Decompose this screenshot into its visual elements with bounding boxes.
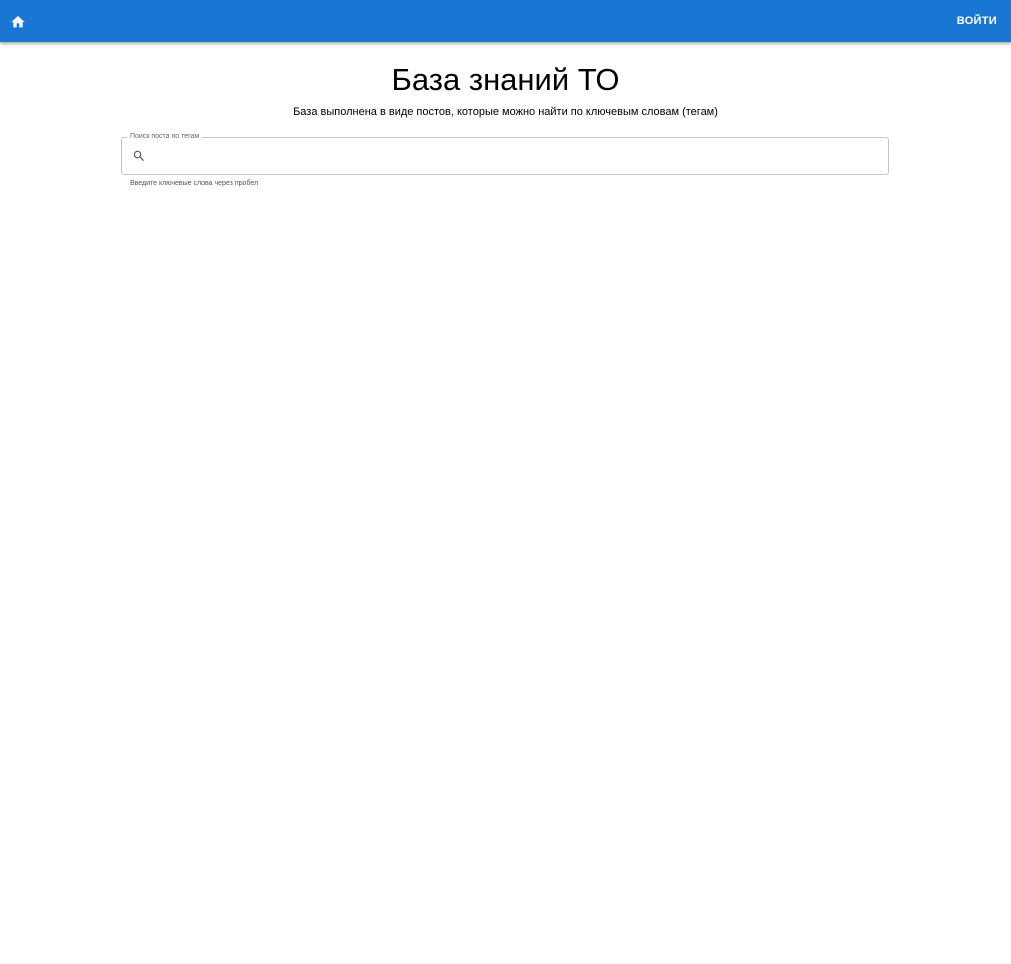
home-icon: [11, 16, 25, 28]
home-button[interactable]: [6, 9, 30, 33]
page-title: База знаний ТО: [391, 62, 620, 97]
login-button[interactable]: ВОЙТИ: [957, 12, 997, 30]
search-helper-text: Введите ключевые слова через пробел: [130, 180, 259, 187]
search-label: Поиск поста по тегам: [127, 132, 203, 142]
search-icon: [133, 150, 144, 161]
app-bar: ВОЙТИ: [0, 0, 1011, 42]
search-input[interactable]: [154, 144, 879, 168]
page-subtitle: База выполнена в виде постов, которые мо…: [293, 106, 718, 118]
search-field[interactable]: Поиск поста по тегам: [121, 132, 889, 175]
